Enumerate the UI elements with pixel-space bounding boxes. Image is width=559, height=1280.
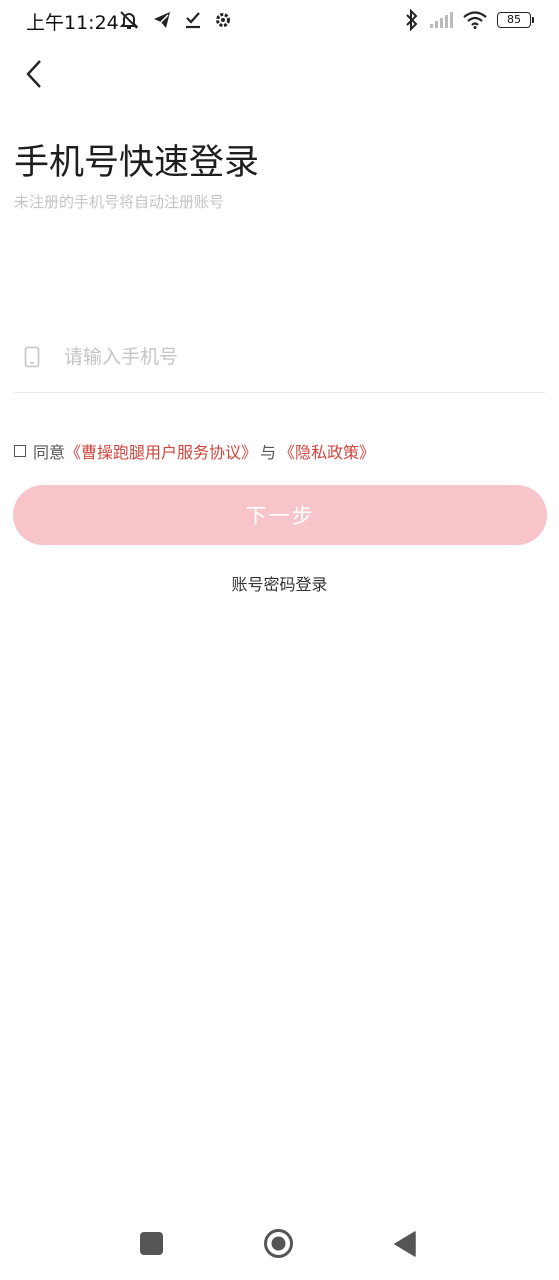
phone-icon <box>22 345 42 369</box>
mute-bell-icon <box>119 11 139 29</box>
home-circle-icon[interactable] <box>263 1228 294 1259</box>
phone-input-row <box>14 322 545 393</box>
login-screen: 上午11:24 85 手机号快速登录 未注册的手机号将自动注册账号 请输入手机号… <box>0 0 559 1280</box>
status-left-icons <box>118 9 232 31</box>
download-done-icon <box>186 12 200 29</box>
status-bar: 上午11:24 85 <box>0 0 559 44</box>
system-nav-bar <box>0 1214 559 1274</box>
password-login-link[interactable]: 账号密码登录 <box>0 571 559 595</box>
page-title: 手机号快速登录 <box>14 143 260 183</box>
telegram-icon <box>154 12 170 28</box>
status-time: 上午11:24 <box>26 12 119 34</box>
recents-square-icon[interactable] <box>140 1232 163 1255</box>
agreement-checkbox[interactable] <box>14 445 26 457</box>
next-step-button[interactable]: 下一步 <box>13 485 547 545</box>
gear-icon <box>216 13 230 27</box>
back-triangle-icon[interactable] <box>394 1231 416 1257</box>
agreement-conjunction: 与 <box>260 443 277 462</box>
page-subtitle: 未注册的手机号将自动注册账号 <box>14 193 225 211</box>
agreement-row: 同意 《曹操跑腿用户服务协议》 与 《隐私政策》 <box>14 439 375 463</box>
service-agreement-link[interactable]: 《曹操跑腿用户服务协议》 <box>65 439 257 463</box>
back-button[interactable] <box>14 54 54 94</box>
signal-icon <box>430 12 453 28</box>
battery-icon: 85 <box>497 12 534 28</box>
phone-input[interactable] <box>62 345 486 369</box>
status-right-icons: 85 <box>405 9 534 31</box>
bluetooth-icon <box>406 9 418 31</box>
privacy-policy-link[interactable]: 《隐私政策》 <box>279 439 375 463</box>
chevron-left-icon <box>26 60 41 88</box>
agreement-prefix: 同意 <box>33 443 66 462</box>
wifi-icon <box>463 11 487 29</box>
